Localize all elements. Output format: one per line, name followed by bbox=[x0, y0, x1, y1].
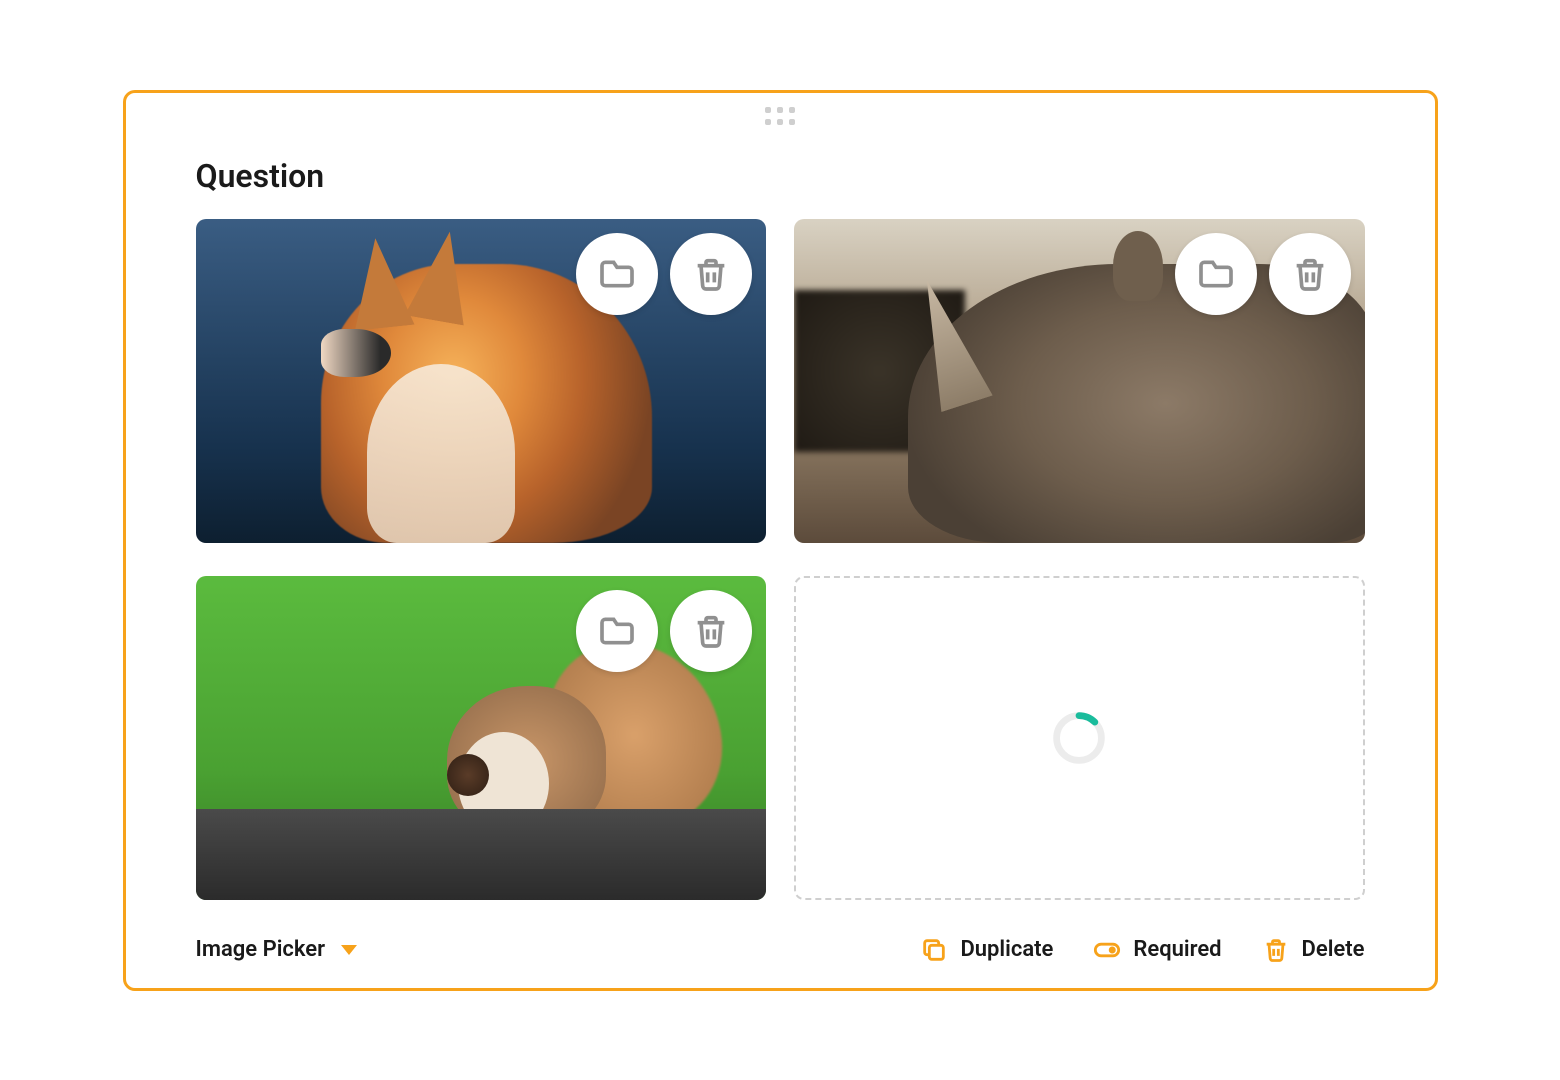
delete-image-button[interactable] bbox=[1269, 233, 1351, 315]
duplicate-label: Duplicate bbox=[960, 937, 1053, 962]
trash-icon bbox=[691, 254, 731, 294]
duplicate-icon bbox=[920, 936, 948, 964]
image-option[interactable] bbox=[196, 576, 767, 900]
delete-image-button[interactable] bbox=[670, 590, 752, 672]
required-label: Required bbox=[1133, 937, 1221, 962]
add-image-slot[interactable] bbox=[794, 576, 1365, 900]
folder-icon bbox=[1196, 254, 1236, 294]
image-grid bbox=[196, 219, 1365, 906]
duplicate-button[interactable]: Duplicate bbox=[920, 936, 1053, 964]
question-footer: Image Picker Duplicate Required bbox=[196, 936, 1365, 964]
delete-question-button[interactable]: Delete bbox=[1262, 936, 1365, 964]
browse-file-button[interactable] bbox=[576, 233, 658, 315]
question-title[interactable]: Question bbox=[196, 157, 1365, 195]
browse-file-button[interactable] bbox=[1175, 233, 1257, 315]
trash-icon bbox=[691, 611, 731, 651]
delete-label: Delete bbox=[1302, 937, 1365, 962]
trash-icon bbox=[1262, 936, 1290, 964]
question-card: Question bbox=[123, 90, 1438, 991]
image-option[interactable] bbox=[196, 219, 767, 543]
trash-icon bbox=[1290, 254, 1330, 294]
drag-handle-icon[interactable] bbox=[765, 107, 795, 125]
loading-spinner-icon bbox=[1051, 710, 1107, 766]
toggle-icon bbox=[1093, 936, 1121, 964]
delete-image-button[interactable] bbox=[670, 233, 752, 315]
caret-down-icon bbox=[341, 945, 357, 955]
folder-icon bbox=[597, 611, 637, 651]
browse-file-button[interactable] bbox=[576, 590, 658, 672]
image-option[interactable] bbox=[794, 219, 1365, 543]
required-toggle[interactable]: Required bbox=[1093, 936, 1221, 964]
question-type-selector[interactable]: Image Picker bbox=[196, 937, 358, 962]
question-type-label: Image Picker bbox=[196, 937, 326, 962]
folder-icon bbox=[597, 254, 637, 294]
